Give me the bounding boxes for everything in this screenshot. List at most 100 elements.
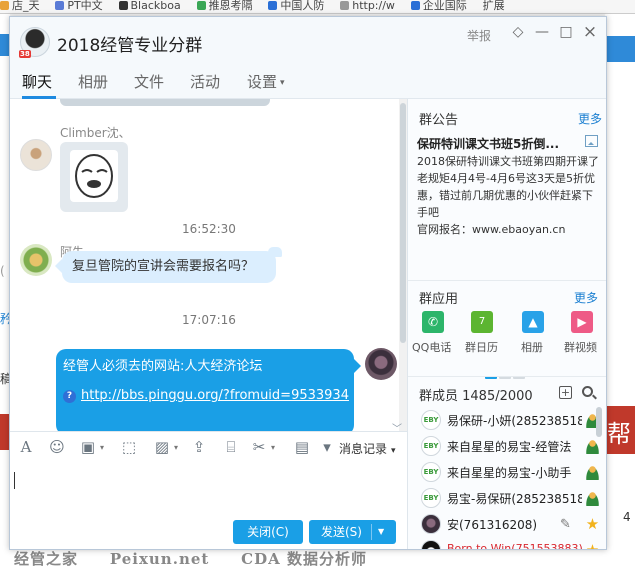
tab-settings[interactable]: 设置 ▾ [247,71,285,92]
gif-icon[interactable]: ▣ [80,438,96,456]
video-icon[interactable]: ▶ [571,311,593,333]
add-member-icon[interactable]: + [559,386,572,399]
member-avatar[interactable]: EBY [421,462,441,482]
member-row[interactable]: EBY 来自星星的易宝-经管法 [408,433,600,459]
phone-icon[interactable]: ✆ [422,311,444,333]
member-row[interactable]: 安(761316208) ✎ ★ [408,511,599,537]
browser-tab[interactable]: 推恩考隔 [196,0,253,12]
search-icon[interactable] [582,386,593,397]
minimize-button[interactable]: — [534,24,550,40]
tab-activity[interactable]: 活动 [190,71,220,92]
chevron-down-icon[interactable]: ▾ [271,443,275,452]
member-row[interactable]: EBY 来自星星的易宝-小助手 [408,459,600,485]
photo-icon[interactable]: ▲ [522,311,544,333]
close-window-button[interactable]: × [582,24,598,41]
notice-title: 群公告 [419,113,459,128]
tab-favicon [196,1,206,10]
browser-tab[interactable]: 店_天 [0,0,40,12]
app-label-album[interactable]: 相册 [521,339,543,355]
divider [408,280,606,281]
member-scrollbar[interactable] [596,407,602,437]
skin-icon[interactable]: ◇ [510,24,526,40]
member-name: 易保研-小妍(285238518 [447,414,582,428]
browser-tab[interactable]: 中国人防 [268,0,324,12]
calendar-icon[interactable]: 7 [471,311,493,333]
members-title: 群成员 1485/2000 [419,389,533,404]
bubble-tail-icon [268,247,282,257]
browser-tab[interactable]: PT中文 [55,0,103,12]
chevron-down-icon[interactable]: ▾ [174,443,178,452]
sender-name[interactable]: Climber沈、 [60,124,131,141]
app-label-video[interactable]: 群视频 [564,339,597,355]
input-toolbar: ﹀ A ☺ ▣ ▾ ⬚ ▨ ▾ ⇪ ⌸ ✂ ▾ ▤ ▾ 消息记录 ▾ [10,424,407,461]
member-row[interactable]: Born to Win(751553883) ★ [408,537,599,549]
image-icon[interactable]: ▨ [154,438,170,456]
browser-extensions[interactable]: 扩展 [483,0,505,12]
tab-favicon [0,1,9,10]
tab-files[interactable]: 文件 [134,71,164,92]
tab-chat[interactable]: 聊天 [22,71,52,92]
notice-more-link[interactable]: 更多 [578,110,602,127]
app-label-calendar[interactable]: 群日历 [465,339,498,355]
message-bubble[interactable]: 复旦管院的宣讲会需要报名吗？ [55,247,282,283]
avatar[interactable] [20,244,52,276]
message-text: 复旦管院的宣讲会需要报名吗？ [72,259,255,274]
self-avatar[interactable] [365,348,397,380]
message-bubble[interactable]: 经管人必须去的网站:人大经济论坛 ? http://bbs.pinggu.org/… [56,349,361,431]
member-avatar[interactable]: EBY [421,436,441,456]
emoji-icon[interactable]: ☺ [49,438,65,456]
group-avatar[interactable]: 38 [19,27,50,58]
browser-tab[interactable]: http://w [340,0,395,12]
scissors-icon[interactable]: ✂ [251,438,267,456]
gift-icon[interactable]: ⌸ [223,438,239,456]
report-link[interactable]: 举报 [467,27,491,44]
scrollbar-thumb[interactable] [400,103,406,343]
close-button[interactable]: 关闭(C) [233,520,303,544]
member-row[interactable]: EBY 易宝-易保研(285238518 [408,485,600,511]
member-avatar[interactable]: EBY [421,410,441,430]
edit-icon[interactable]: ✎ [560,517,571,532]
history-label: 消息记录 [339,442,388,456]
person-badge-icon [585,491,600,506]
apps-more-link[interactable]: 更多 [574,289,598,306]
background-strip [605,36,635,62]
message-history-button[interactable]: 消息记录 ▾ [339,440,396,457]
more-tools-icon[interactable]: ▾ [319,438,335,456]
tab-favicon [268,1,278,10]
background-text: 4 [623,510,631,524]
chevron-down-icon[interactable]: ▾ [100,443,104,452]
member-avatar[interactable]: EBY [421,488,441,508]
sticker-message[interactable] [60,142,128,212]
member-avatar[interactable] [421,540,441,549]
avatar[interactable] [20,139,52,171]
maximize-button[interactable]: □ [558,24,574,40]
app-page-indicator[interactable] [485,368,527,382]
message-timestamp: 17:07:16 [182,313,236,327]
message-list[interactable]: Climber沈、 16:52:30 阿朱 复旦管院的宣讲会需要报名吗？ 17:… [10,99,407,431]
member-row[interactable]: EBY 易保研-小妍(285238518 [408,407,600,433]
browser-tab[interactable]: Blackboa [118,0,181,12]
notice-headline[interactable]: 保研特训课文书班5折倒... [417,135,577,152]
message-link[interactable]: http://bbs.pinggu.org/?fromuid=9533934 [81,388,349,403]
notice-body[interactable]: 2018保研特训课文书班第四期开课了 老规矩4月4号-4月6号这3天是5折优惠，… [417,153,603,238]
image-icon [585,135,598,147]
browser-tab[interactable]: 企业国际 [410,0,467,12]
font-icon[interactable]: A [18,438,34,456]
message-input[interactable] [10,461,407,513]
divider [408,376,606,377]
title-bar[interactable]: 38 2018经管专业分群 举报 ◇ — □ × [10,17,606,63]
chevron-down-icon[interactable]: ﹀ [392,420,402,435]
send-options-chevron-icon[interactable]: ▼ [378,520,384,544]
chat-scrollbar[interactable] [399,99,407,431]
group-title: 2018经管专业分群 [57,36,203,56]
tab-album[interactable]: 相册 [78,71,108,92]
background-page-right: 帮 4 联系 [605,14,635,566]
member-avatar[interactable] [421,514,441,534]
upload-file-icon[interactable]: ⇪ [191,438,207,456]
screenshot-icon[interactable]: ⬚ [121,438,137,456]
chevron-down-icon: ▾ [280,78,285,88]
send-button[interactable]: 发送(S) ▼ [309,520,396,544]
red-packet-icon[interactable]: ▤ [294,438,310,456]
app-label-qq-call[interactable]: QQ电话 [412,339,451,355]
previous-message-edge [60,99,270,106]
